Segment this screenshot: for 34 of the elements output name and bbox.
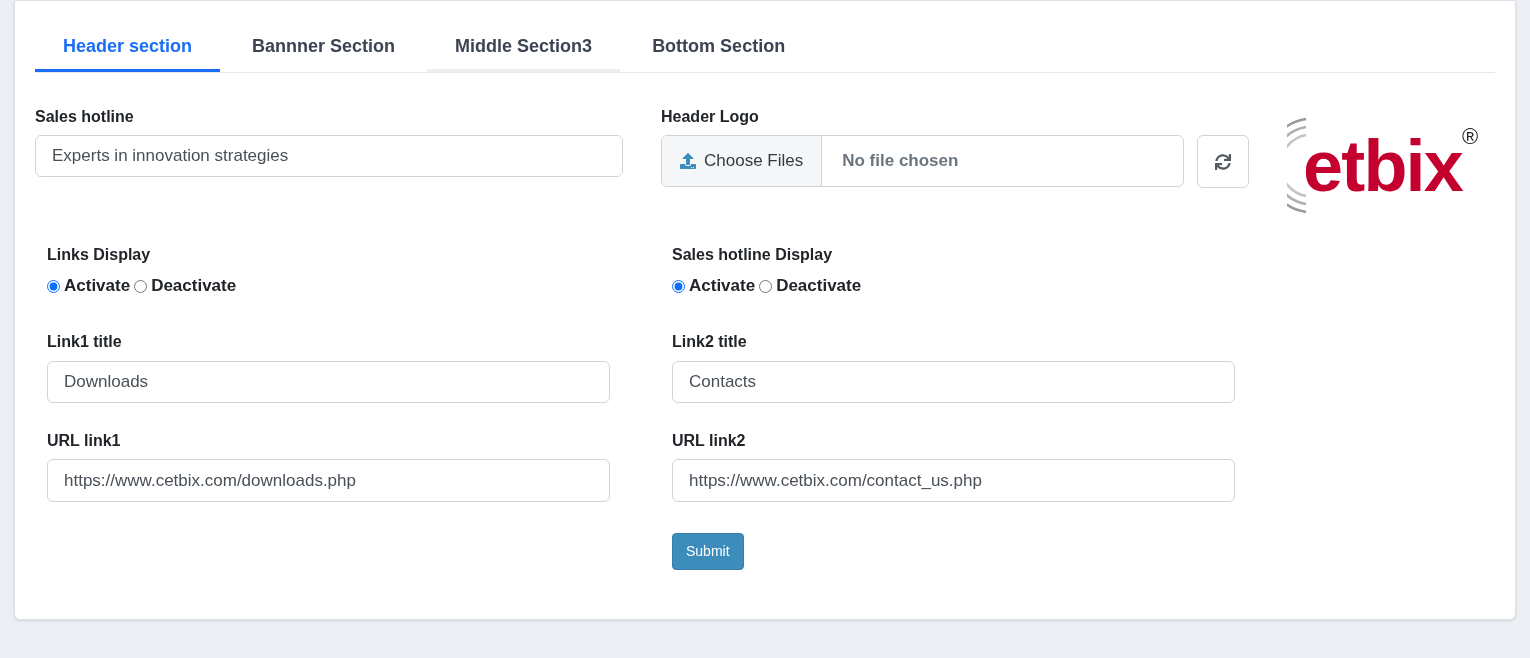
submit-button[interactable]: Submit [672, 533, 744, 570]
field-label: URL link1 [47, 431, 121, 451]
text-field[interactable]: Experts in innovation strategies [35, 135, 623, 177]
field-label: URL link2 [672, 431, 746, 451]
field-label: Link1 title [47, 332, 122, 352]
radio-button[interactable] [134, 279, 148, 293]
radio-button[interactable] [759, 279, 773, 293]
radio-label: Deactivate [776, 275, 862, 298]
radio-label: Activate [64, 275, 131, 298]
refresh-button[interactable] [1197, 135, 1249, 188]
field-label: Header Logo [661, 107, 759, 127]
field-label: Link2 title [672, 332, 747, 352]
tab[interactable]: Bannner Section [224, 22, 424, 72]
refresh-icon [1215, 153, 1231, 170]
radio-button[interactable] [47, 279, 60, 293]
tab[interactable]: Bottom Section [624, 22, 814, 72]
field-label: Links Display [47, 245, 151, 265]
text-field[interactable]: https://www.cetbix.com/contact_us.php [672, 459, 1235, 502]
logo-text: etbix$^{®}$ [1303, 129, 1477, 202]
tab[interactable]: Middle Section3 [427, 22, 621, 72]
text-field[interactable]: https://www.cetbix.com/downloads.php [47, 459, 610, 502]
tab[interactable]: Header section [35, 22, 221, 72]
radio-label: Activate [689, 275, 756, 298]
text-field[interactable]: Contacts [672, 361, 1235, 403]
file-input[interactable]: Choose Files No file chosen [661, 135, 1184, 187]
file-status-text: No file chosen [842, 150, 959, 173]
arc-lines-icon [1287, 117, 1307, 214]
field-label: Sales hotline Display [672, 245, 833, 265]
field-label: Sales hotline [35, 107, 134, 127]
upload-icon [680, 153, 696, 169]
radio-label: Deactivate [151, 275, 237, 298]
text-field[interactable]: Downloads [47, 361, 610, 403]
choose-files-button[interactable]: Choose Files [662, 136, 823, 186]
radio-button[interactable] [672, 279, 685, 293]
